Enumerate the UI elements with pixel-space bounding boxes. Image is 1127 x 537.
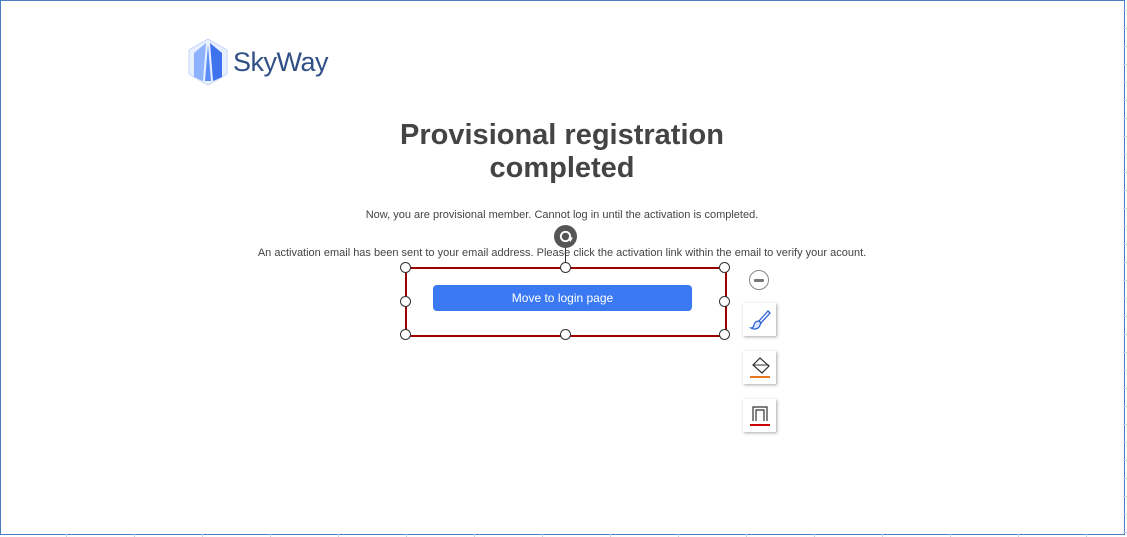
ruler-tick bbox=[1123, 136, 1127, 137]
ruler-tick bbox=[1123, 442, 1127, 443]
ruler-tick bbox=[1123, 172, 1127, 173]
ruler-tick bbox=[1123, 226, 1127, 227]
rotate-icon[interactable] bbox=[554, 225, 577, 248]
ruler-tick bbox=[1123, 298, 1127, 299]
ruler-tick bbox=[1123, 352, 1127, 353]
ruler-tick bbox=[1123, 190, 1127, 191]
ruler-tick bbox=[1123, 514, 1127, 515]
resize-handle-se[interactable] bbox=[719, 329, 730, 340]
skyway-logo-icon bbox=[188, 38, 228, 86]
resize-handle-n[interactable] bbox=[560, 262, 571, 273]
activation-message: An activation email has been sent to you… bbox=[257, 247, 867, 259]
ruler-tick bbox=[1123, 46, 1127, 47]
grid-ruler-right bbox=[1123, 0, 1127, 537]
selection-box[interactable] bbox=[405, 267, 727, 337]
ruler-tick bbox=[1123, 496, 1127, 497]
ruler-tick bbox=[1123, 100, 1127, 101]
ruler-tick bbox=[1123, 64, 1127, 65]
ruler-tick bbox=[1123, 460, 1127, 461]
resize-handle-w[interactable] bbox=[400, 296, 411, 307]
ruler-tick bbox=[1123, 28, 1127, 29]
page-title: Provisional registration completed bbox=[362, 119, 762, 185]
ruler-tick bbox=[1123, 370, 1127, 371]
ruler-tick bbox=[1123, 244, 1127, 245]
ruler-tick bbox=[1123, 424, 1127, 425]
fill-tool-button[interactable] bbox=[743, 351, 776, 384]
ruler-tick bbox=[1123, 388, 1127, 389]
ruler-tick bbox=[1123, 154, 1127, 155]
ruler-tick bbox=[1123, 478, 1127, 479]
resize-handle-s[interactable] bbox=[560, 329, 571, 340]
provisional-message: Now, you are provisional member. Cannot … bbox=[365, 209, 759, 221]
page-title-line1: Provisional registration bbox=[400, 119, 724, 151]
ruler-tick bbox=[1123, 82, 1127, 83]
ruler-tick bbox=[1123, 118, 1127, 119]
ruler-tick bbox=[1123, 406, 1127, 407]
fill-bucket-icon bbox=[749, 356, 770, 378]
ruler-tick bbox=[1123, 334, 1127, 335]
ruler-tick bbox=[1123, 316, 1127, 317]
border-tool-button[interactable] bbox=[743, 399, 776, 432]
brush-icon bbox=[748, 309, 771, 330]
border-icon bbox=[749, 405, 770, 426]
skyway-logo: SkyWay bbox=[186, 37, 329, 87]
resize-handle-nw[interactable] bbox=[400, 262, 411, 273]
ruler-tick bbox=[1123, 532, 1127, 533]
ruler-tick bbox=[1123, 10, 1127, 11]
resize-handle-ne[interactable] bbox=[719, 262, 730, 273]
ruler-tick bbox=[1123, 262, 1127, 263]
ruler-tick bbox=[1123, 280, 1127, 281]
resize-handle-e[interactable] bbox=[719, 296, 730, 307]
brand-name: SkyWay bbox=[233, 46, 329, 77]
resize-handle-sw[interactable] bbox=[400, 329, 411, 340]
minus-icon[interactable] bbox=[749, 270, 769, 290]
page-title-line2: completed bbox=[489, 152, 635, 184]
brush-tool-button[interactable] bbox=[743, 303, 776, 336]
